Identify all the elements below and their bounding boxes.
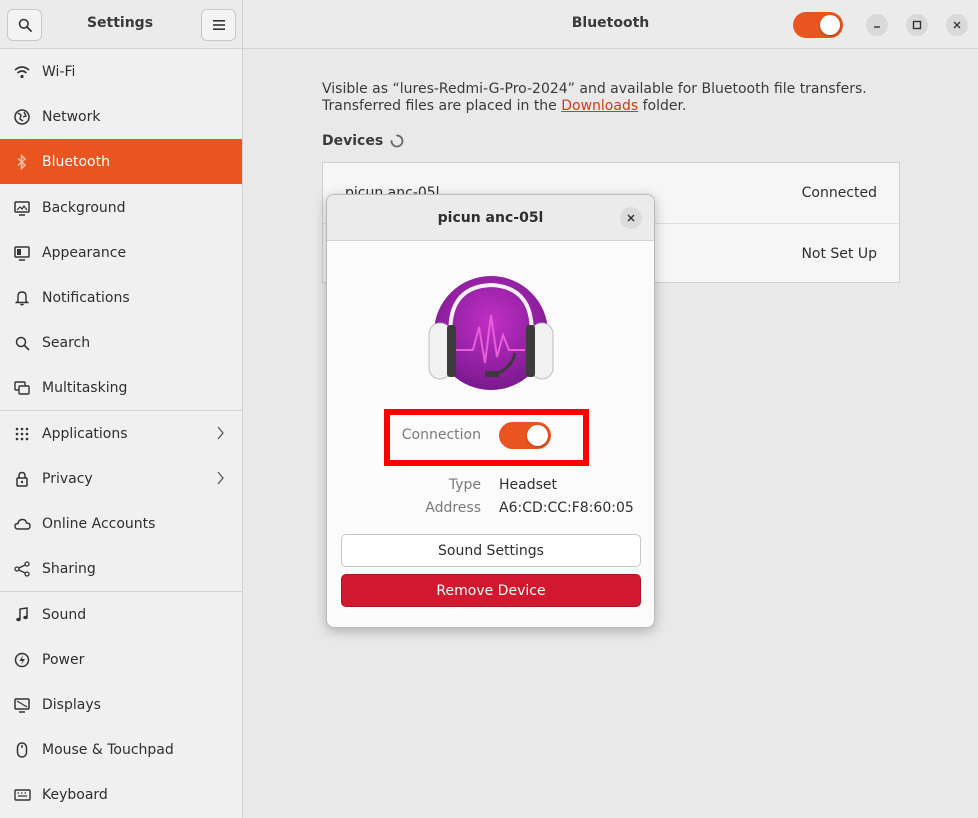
display-icon <box>13 696 31 714</box>
transfer-text-after: folder. <box>638 98 687 114</box>
sidebar-item-label: Bluetooth <box>42 153 110 170</box>
close-window-button[interactable] <box>946 14 968 36</box>
sidebar-item-search[interactable]: Search <box>0 320 242 365</box>
sidebar-item-network[interactable]: Network <box>0 94 242 139</box>
dialog-title: picun anc-05l <box>437 210 544 226</box>
sound-settings-button[interactable]: Sound Settings <box>341 534 641 567</box>
sidebar-item-bluetooth[interactable]: Bluetooth <box>0 139 242 184</box>
appearance-icon <box>13 244 31 262</box>
sidebar-item-displays[interactable]: Displays <box>0 682 242 727</box>
sidebar-item-label: Notifications <box>42 289 130 306</box>
cloud-icon <box>13 515 31 533</box>
downloads-link[interactable]: Downloads <box>561 98 638 114</box>
device-status: Connected <box>801 185 877 201</box>
headset-icon <box>428 276 554 390</box>
sidebar-item-sharing[interactable]: Sharing <box>0 546 242 591</box>
sidebar-item-privacy[interactable]: Privacy <box>0 456 242 501</box>
multitasking-icon <box>13 379 31 397</box>
main-header: Bluetooth <box>243 0 978 49</box>
sidebar-item-label: Sound <box>42 606 87 623</box>
share-icon <box>13 560 31 578</box>
music-note-icon <box>13 606 31 624</box>
sidebar-title: Settings <box>86 15 154 31</box>
power-icon <box>13 651 31 669</box>
remove-device-button[interactable]: Remove Device <box>341 574 641 607</box>
sidebar: Wi-Fi Network Bluetooth Background Appea… <box>0 49 243 818</box>
spinner-icon <box>390 134 404 148</box>
sidebar-item-online-accounts[interactable]: Online Accounts <box>0 501 242 546</box>
sidebar-item-keyboard[interactable]: Keyboard <box>0 772 242 817</box>
sidebar-item-label: Power <box>42 651 85 668</box>
sidebar-item-label: Privacy <box>42 470 93 487</box>
sidebar-item-label: Online Accounts <box>42 515 156 532</box>
sidebar-item-label: Applications <box>42 425 128 442</box>
visibility-text: Visible as “lures-Redmi-G-Pro-2024” and … <box>322 81 867 97</box>
sidebar-item-appearance[interactable]: Appearance <box>0 230 242 275</box>
sidebar-item-label: Mouse & Touchpad <box>42 741 174 758</box>
search-icon <box>18 18 32 32</box>
sidebar-header: Settings <box>0 0 243 49</box>
bluetooth-icon <box>13 153 31 171</box>
type-label: Type <box>448 477 481 493</box>
sidebar-item-label: Background <box>42 199 126 216</box>
grid-icon <box>13 425 31 443</box>
connection-row: Connection <box>327 421 654 449</box>
sidebar-item-mouse-touchpad[interactable]: Mouse & Touchpad <box>0 727 242 772</box>
maximize-button[interactable] <box>906 14 928 36</box>
address-label: Address <box>425 500 481 516</box>
sidebar-item-label: Wi-Fi <box>42 63 76 80</box>
dialog-close-button[interactable] <box>620 207 642 229</box>
sidebar-item-background[interactable]: Background <box>0 185 242 230</box>
sidebar-item-wifi[interactable]: Wi-Fi <box>0 49 242 94</box>
sidebar-item-label: Search <box>42 334 91 351</box>
dialog-header: picun anc-05l <box>327 195 654 241</box>
sidebar-item-label: Multitasking <box>42 379 128 396</box>
bell-icon <box>13 289 31 307</box>
visibility-info: Visible as “lures-Redmi-G-Pro-2024” and … <box>322 81 882 115</box>
minimize-button[interactable] <box>866 14 888 36</box>
bluetooth-toggle[interactable] <box>793 12 843 38</box>
close-icon <box>627 214 635 222</box>
chevron-right-icon <box>217 471 224 485</box>
search-icon <box>13 334 31 352</box>
chevron-right-icon <box>217 426 224 440</box>
sidebar-item-sound[interactable]: Sound <box>0 592 242 637</box>
toggle-knob <box>820 15 840 35</box>
sidebar-item-label: Keyboard <box>42 786 108 803</box>
wifi-icon <box>13 63 31 81</box>
address-value: A6:CD:CC:F8:60:05 <box>499 500 634 516</box>
mouse-icon <box>13 741 31 759</box>
sidebar-item-applications[interactable]: Applications <box>0 411 242 456</box>
close-icon <box>953 21 961 29</box>
devices-heading: Devices <box>322 133 384 149</box>
connection-toggle[interactable] <box>499 422 551 449</box>
sidebar-item-label: Network <box>42 108 101 125</box>
device-status: Not Set Up <box>801 246 877 262</box>
lock-icon <box>13 470 31 488</box>
device-dialog: picun anc-05l Connection Type Headset Ad… <box>326 194 655 628</box>
hamburger-menu-icon <box>212 20 225 30</box>
sidebar-item-label: Sharing <box>42 560 96 577</box>
network-icon <box>13 108 31 126</box>
sidebar-item-label: Displays <box>42 696 101 713</box>
sidebar-item-multitasking[interactable]: Multitasking <box>0 365 242 410</box>
minimize-icon <box>874 26 880 28</box>
background-icon <box>13 199 31 217</box>
sidebar-item-notifications[interactable]: Notifications <box>0 275 242 320</box>
sidebar-item-label: Appearance <box>42 244 127 261</box>
transfer-text: Transferred files are placed in the Down… <box>322 98 882 115</box>
sidebar-item-power[interactable]: Power <box>0 637 242 682</box>
keyboard-icon <box>13 786 31 804</box>
connection-label: Connection <box>401 427 481 443</box>
menu-button[interactable] <box>201 9 236 41</box>
maximize-icon <box>912 20 922 30</box>
type-value: Headset <box>499 477 558 493</box>
search-button[interactable] <box>7 9 42 41</box>
toggle-knob <box>527 425 548 446</box>
transfer-text-before: Transferred files are placed in the <box>322 98 562 114</box>
